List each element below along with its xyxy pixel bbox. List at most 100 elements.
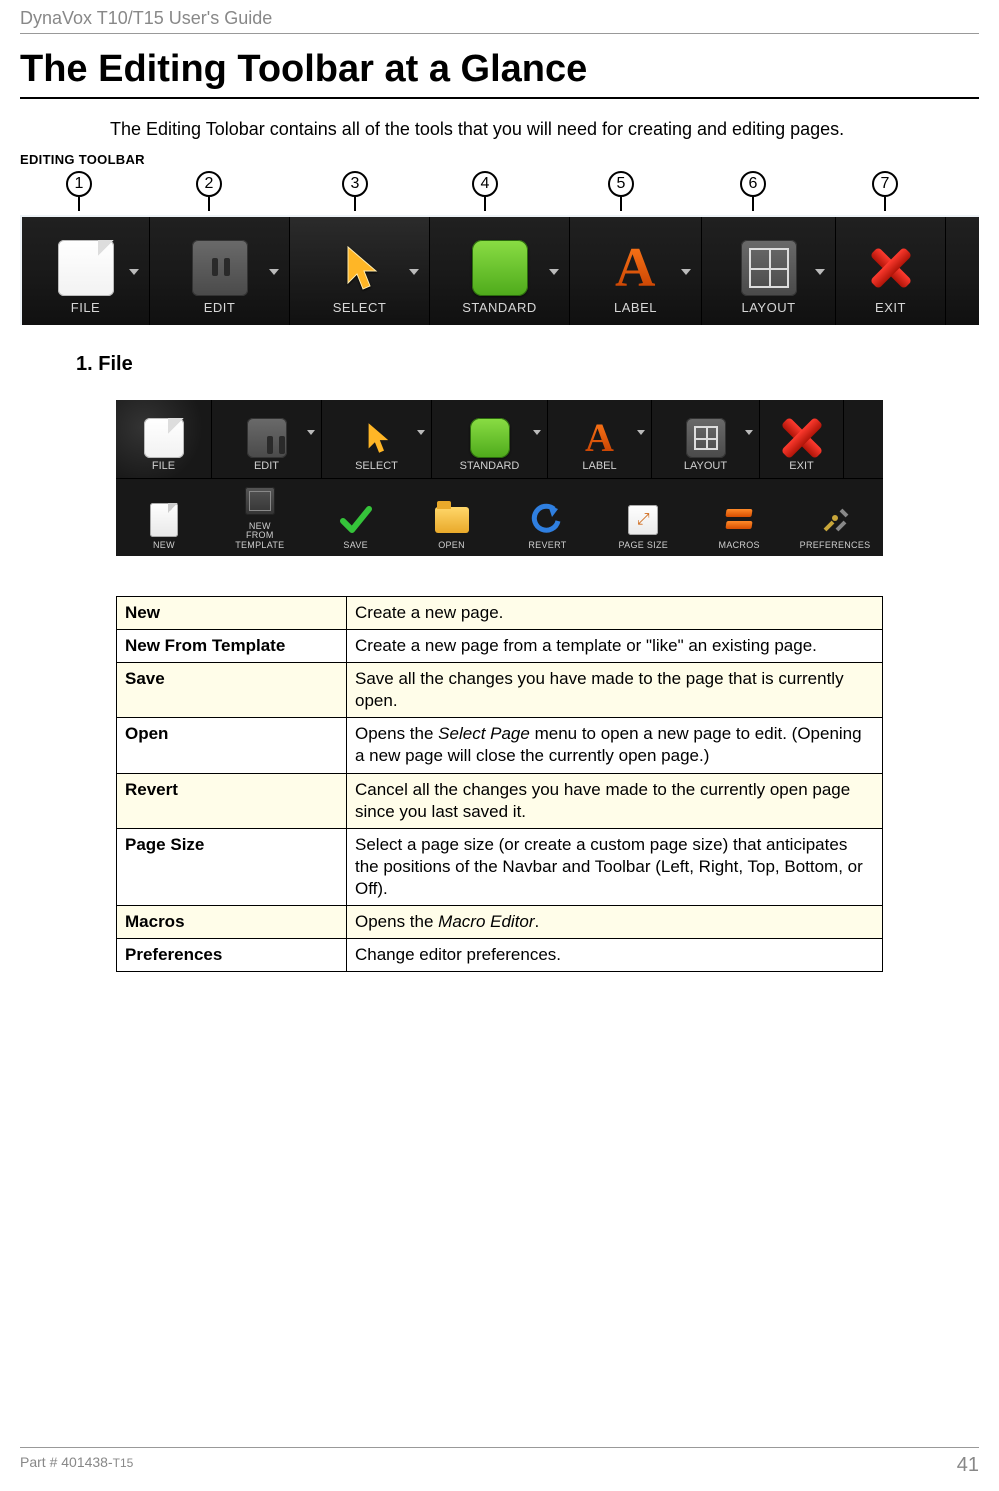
definition-term: Macros xyxy=(117,906,347,939)
standard-icon xyxy=(470,418,510,458)
submenu-new-from-template[interactable]: NEW FROM TEMPLATE xyxy=(212,479,308,556)
part-number: Part # 401438-T15 xyxy=(20,1454,133,1477)
table-row: New From TemplateCreate a new page from … xyxy=(117,630,883,663)
toolbar2-top: FILE EDIT SELECT STANDARD xyxy=(116,400,883,478)
toolbar2-label: FILE xyxy=(152,460,175,472)
callout-4: 4 xyxy=(472,171,498,197)
table-row: NewCreate a new page. xyxy=(117,597,883,630)
table-row: SaveSave all the changes you have made t… xyxy=(117,663,883,718)
definition-term: Page Size xyxy=(117,828,347,905)
toolbar-label: EXIT xyxy=(875,300,906,315)
section-heading: 1. File xyxy=(76,353,979,376)
definition-desc: Save all the changes you have made to th… xyxy=(347,663,883,718)
submenu-open[interactable]: OPEN xyxy=(404,479,500,556)
definition-desc: Opens the Macro Editor. xyxy=(347,906,883,939)
exit-icon xyxy=(782,418,822,458)
definitions-table: NewCreate a new page.New From TemplateCr… xyxy=(116,596,883,972)
editing-toolbar: FILE EDIT SELECT STANDARD A xyxy=(20,215,979,325)
exit-icon xyxy=(863,240,919,296)
toolbar-label: FILE xyxy=(71,300,100,315)
toolbar2-item-label[interactable]: A LABEL xyxy=(548,400,652,478)
page-number: 41 xyxy=(957,1454,979,1477)
header-rule xyxy=(20,33,979,34)
submenu-page-size[interactable]: PAGE SIZE xyxy=(595,479,691,556)
toolbar-item-layout[interactable]: LAYOUT xyxy=(702,217,836,325)
table-row: MacrosOpens the Macro Editor. xyxy=(117,906,883,939)
definition-term: Revert xyxy=(117,773,347,828)
submenu-label: REVERT xyxy=(528,541,566,550)
label-icon: A xyxy=(615,240,656,296)
toolbar2-item-exit[interactable]: EXIT xyxy=(760,400,844,478)
callout-5: 5 xyxy=(608,171,634,197)
definition-term: Save xyxy=(117,663,347,718)
preferences-icon xyxy=(818,503,852,537)
submenu-label: NEW FROM TEMPLATE xyxy=(235,522,284,550)
edit-icon xyxy=(192,240,248,296)
file-icon xyxy=(144,418,184,458)
callout-2: 2 xyxy=(196,171,222,197)
submenu-macros[interactable]: MACROS xyxy=(691,479,787,556)
toolbar-item-label[interactable]: A LABEL xyxy=(570,217,702,325)
callout-row: 1 2 3 4 5 6 7 xyxy=(20,171,979,215)
select-icon xyxy=(332,240,388,296)
definition-desc: Change editor preferences. xyxy=(347,939,883,972)
macros-icon xyxy=(724,507,754,533)
toolbar-label: SELECT xyxy=(333,300,387,315)
page-footer: Part # 401438-T15 41 xyxy=(20,1447,979,1477)
definition-term: Open xyxy=(117,718,347,773)
submenu-label: PAGE SIZE xyxy=(619,541,669,550)
file-submenu: NEW NEW FROM TEMPLATE SAVE OPEN REVERT xyxy=(116,478,883,556)
toolbar-label: LAYOUT xyxy=(741,300,795,315)
submenu-revert[interactable]: REVERT xyxy=(500,479,596,556)
file-submenu-figure: FILE EDIT SELECT STANDARD xyxy=(116,400,883,556)
callout-7: 7 xyxy=(872,171,898,197)
edit-icon xyxy=(247,418,287,458)
toolbar2-item-layout[interactable]: LAYOUT xyxy=(652,400,760,478)
definition-term: Preferences xyxy=(117,939,347,972)
label-icon: A xyxy=(585,418,614,458)
intro-text: The Editing Tolobar contains all of the … xyxy=(110,119,979,140)
template-icon xyxy=(245,487,275,515)
figure-label: EDITING TOOLBAR xyxy=(20,152,979,167)
toolbar-item-file[interactable]: FILE xyxy=(22,217,150,325)
callout-6: 6 xyxy=(740,171,766,197)
editing-toolbar-figure: 1 2 3 4 5 6 7 FILE EDIT SELECT xyxy=(20,171,979,325)
table-row: OpenOpens the Select Page menu to open a… xyxy=(117,718,883,773)
dropdown-icon xyxy=(549,269,559,275)
definition-desc: Cancel all the changes you have made to … xyxy=(347,773,883,828)
toolbar-item-edit[interactable]: EDIT xyxy=(150,217,290,325)
toolbar2-label: EXIT xyxy=(789,460,813,472)
toolbar2-label: EDIT xyxy=(254,460,279,472)
submenu-new[interactable]: NEW xyxy=(116,479,212,556)
toolbar2-item-select[interactable]: SELECT xyxy=(322,400,432,478)
dropdown-icon xyxy=(533,430,541,435)
standard-icon xyxy=(472,240,528,296)
toolbar-label: STANDARD xyxy=(462,300,537,315)
page-title: The Editing Toolbar at a Glance xyxy=(20,48,979,99)
toolbar-label: LABEL xyxy=(614,300,657,315)
toolbar2-label: LAYOUT xyxy=(684,460,727,472)
submenu-save[interactable]: SAVE xyxy=(308,479,404,556)
toolbar-item-standard[interactable]: STANDARD xyxy=(430,217,570,325)
select-icon xyxy=(357,418,397,458)
file-icon xyxy=(58,240,114,296)
revert-icon xyxy=(530,503,564,537)
save-icon xyxy=(339,503,373,537)
toolbar2-item-edit[interactable]: EDIT xyxy=(212,400,322,478)
toolbar2-item-standard[interactable]: STANDARD xyxy=(432,400,548,478)
definition-desc: Select a page size (or create a custom p… xyxy=(347,828,883,905)
submenu-label: NEW xyxy=(153,541,175,550)
dropdown-icon xyxy=(307,430,315,435)
toolbar2-item-file[interactable]: FILE xyxy=(116,400,212,478)
toolbar-item-exit[interactable]: EXIT xyxy=(836,217,946,325)
callout-1: 1 xyxy=(66,171,92,197)
toolbar-item-select[interactable]: SELECT xyxy=(290,217,430,325)
layout-icon xyxy=(686,418,726,458)
submenu-label: PREFERENCES xyxy=(800,541,871,550)
submenu-preferences[interactable]: PREFERENCES xyxy=(787,479,883,556)
definition-desc: Create a new page. xyxy=(347,597,883,630)
definition-desc: Opens the Select Page menu to open a new… xyxy=(347,718,883,773)
submenu-label: SAVE xyxy=(343,541,368,550)
table-row: Page SizeSelect a page size (or create a… xyxy=(117,828,883,905)
dropdown-icon xyxy=(745,430,753,435)
